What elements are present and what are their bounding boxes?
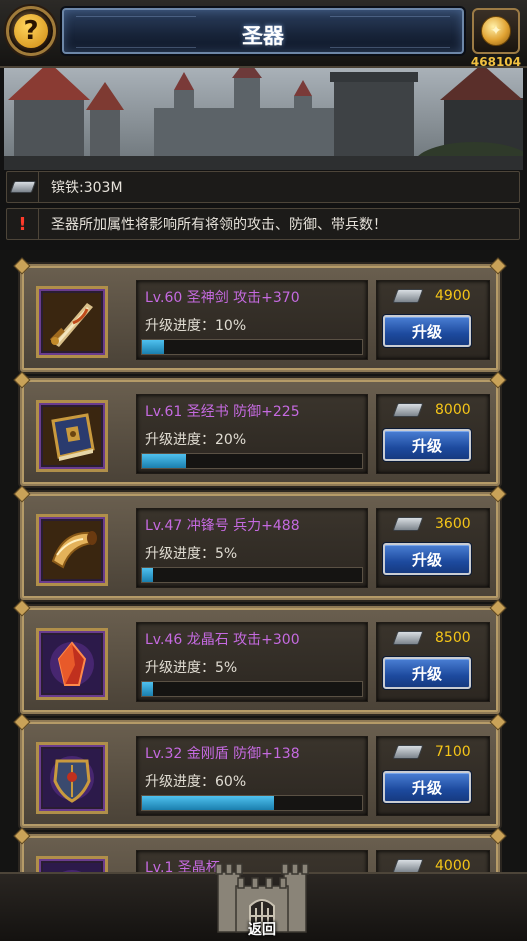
relic-info-panel: Lv.47 冲锋号 兵力+488 升级进度：5% — [136, 508, 368, 588]
relic-progress-fill — [142, 340, 164, 354]
relic-cost-panel: 7100 升级 — [376, 736, 490, 816]
relic-progress-label: 升级进度：60% — [145, 774, 247, 790]
page-title: 圣器 — [242, 24, 284, 48]
relic-card-book: Lv.61 圣经书 防御+225 升级进度：20% 8000 升级 — [20, 378, 500, 486]
upgrade-button[interactable]: 升级 — [383, 543, 471, 575]
relic-title: Lv.47 冲锋号 兵力+488 — [145, 518, 300, 534]
upgrade-button[interactable]: 升级 — [383, 429, 471, 461]
notice-bar: ! 圣器所加属性将影响所有将领的攻击、防御、带兵数！ — [6, 208, 520, 240]
relic-info-panel: Lv.61 圣经书 防御+225 升级进度：20% — [136, 394, 368, 474]
iron-ingot-icon — [392, 403, 424, 417]
iron-resource-bar: 镔铁:303M — [6, 171, 520, 203]
chalice-icon — [36, 856, 108, 872]
upgrade-button[interactable]: 升级 — [383, 657, 471, 689]
iron-ingot-icon — [7, 172, 39, 202]
relic-card-shield: Lv.32 金刚盾 防御+138 升级进度：60% 7100 升级 — [20, 720, 500, 828]
relic-title: Lv.46 龙晶石 攻击+300 — [145, 632, 300, 648]
relic-title: Lv.1 圣晶杯 — [145, 860, 220, 872]
relic-cost: 8000 — [435, 402, 471, 418]
relic-progress-bar — [141, 567, 363, 583]
relic-progress-fill — [142, 454, 186, 468]
back-label: 返回 — [248, 922, 276, 938]
horn-icon — [36, 514, 108, 586]
gold-coin-icon: ✦ — [481, 16, 511, 46]
exclamation-icon: ! — [7, 209, 39, 239]
relic-cost: 4900 — [435, 288, 471, 304]
back-button[interactable]: 返回 — [212, 850, 312, 941]
gold-amount: 468104 — [470, 55, 521, 69]
iron-amount: 镔铁:303M — [51, 180, 123, 196]
relic-info-panel: Lv.32 金刚盾 防御+138 升级进度：60% — [136, 736, 368, 816]
relic-progress-fill — [142, 568, 153, 582]
relic-cost: 7100 — [435, 744, 471, 760]
relic-card-horn: Lv.47 冲锋号 兵力+488 升级进度：5% 3600 升级 — [20, 492, 500, 600]
relic-title: Lv.61 圣经书 防御+225 — [145, 404, 300, 420]
relic-cost: 4000 — [435, 858, 471, 872]
gold-shop-button[interactable]: ✦ — [472, 8, 520, 54]
relic-cost: 8500 — [435, 630, 471, 646]
relic-progress-bar — [141, 681, 363, 697]
upgrade-button[interactable]: 升级 — [383, 315, 471, 347]
top-bar: ? 圣器 ✦ 468104 — [0, 0, 527, 69]
upgrade-button[interactable]: 升级 — [383, 771, 471, 803]
iron-ingot-icon — [392, 631, 424, 645]
question-icon: ? — [14, 14, 48, 48]
shield-icon — [36, 742, 108, 814]
title-plate: 圣器 — [62, 8, 464, 54]
relic-cost-panel: 4000 — [376, 850, 490, 872]
relic-cost-panel: 4900 升级 — [376, 280, 490, 360]
iron-ingot-icon — [392, 745, 424, 759]
crystal-icon — [36, 628, 108, 700]
relic-info-panel: Lv.46 龙晶石 攻击+300 升级进度：5% — [136, 622, 368, 702]
sword-icon — [36, 286, 108, 358]
relic-cost-panel: 3600 升级 — [376, 508, 490, 588]
relic-card-sword: Lv.60 圣神剑 攻击+370 升级进度：10% 4900 升级 — [20, 264, 500, 372]
relic-cost: 3600 — [435, 516, 471, 532]
iron-ingot-icon — [392, 289, 424, 303]
relic-card-crystal: Lv.46 龙晶石 攻击+300 升级进度：5% 8500 升级 — [20, 606, 500, 714]
relic-progress-fill — [142, 796, 274, 810]
relic-progress-fill — [142, 682, 153, 696]
relic-progress-bar — [141, 339, 363, 355]
castle-banner-image — [4, 68, 523, 170]
relic-progress-label: 升级进度：5% — [145, 546, 238, 562]
iron-ingot-icon — [392, 859, 424, 872]
relic-progress-bar — [141, 453, 363, 469]
relic-cost-panel: 8500 升级 — [376, 622, 490, 702]
help-button[interactable]: ? — [6, 6, 56, 56]
relic-progress-label: 升级进度：10% — [145, 318, 247, 334]
relic-cost-panel: 8000 升级 — [376, 394, 490, 474]
relic-progress-label: 升级进度：5% — [145, 660, 238, 676]
notice-text: 圣器所加属性将影响所有将领的攻击、防御、带兵数！ — [51, 217, 387, 233]
relic-title: Lv.60 圣神剑 攻击+370 — [145, 290, 300, 306]
relic-list[interactable]: Lv.60 圣神剑 攻击+370 升级进度：10% 4900 升级 Lv.61 … — [0, 250, 527, 872]
relic-info-panel: Lv.60 圣神剑 攻击+370 升级进度：10% — [136, 280, 368, 360]
relic-title: Lv.32 金刚盾 防御+138 — [145, 746, 300, 762]
relic-progress-bar — [141, 795, 363, 811]
relic-progress-label: 升级进度：20% — [145, 432, 247, 448]
iron-ingot-icon — [392, 517, 424, 531]
book-icon — [36, 400, 108, 472]
